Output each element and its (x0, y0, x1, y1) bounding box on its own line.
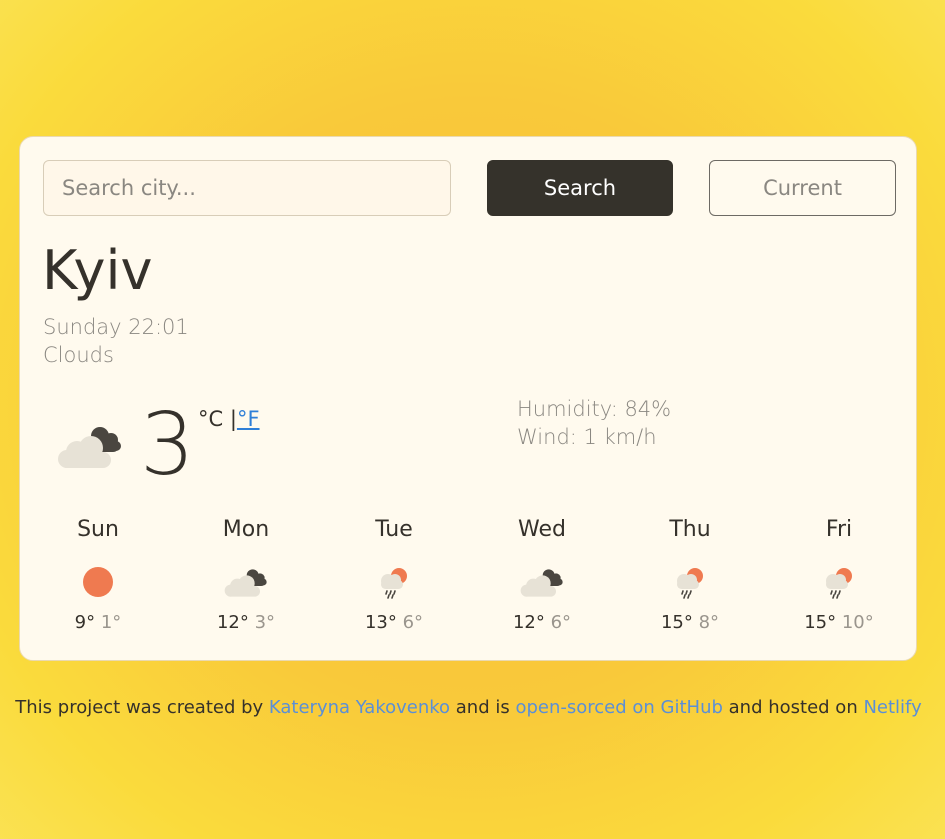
github-link[interactable]: open-sorced on GitHub (515, 697, 722, 718)
rain-sun-icon (660, 562, 720, 602)
forecast-max-temp: 15° (804, 612, 837, 633)
weather-card: Search Current Kyiv Sunday 22:01 Clouds … (19, 136, 917, 661)
broken-clouds-icon (55, 422, 125, 474)
forecast-max-temp: 12° (512, 612, 545, 633)
forecast-day-name: Sun (77, 517, 119, 542)
weather-description: Clouds (43, 343, 114, 367)
broken-clouds-icon (216, 562, 276, 602)
date-time: Sunday 22:01 (43, 315, 189, 339)
forecast-max-temp: 13° (364, 612, 397, 633)
footer-text: and is (450, 697, 516, 718)
fahrenheit-link[interactable]: °F (237, 407, 260, 431)
sun-icon (68, 562, 128, 602)
forecast-min-temp: 10° (841, 612, 874, 633)
forecast-day: Fri 15° 10° (784, 517, 894, 633)
search-input[interactable] (43, 160, 451, 216)
humidity: Humidity: 84% (517, 397, 672, 421)
current-location-button[interactable]: Current (709, 160, 896, 216)
unit-toggle: °C |°F (198, 407, 260, 431)
netlify-link[interactable]: Netlify (863, 697, 921, 718)
city-name: Kyiv (42, 239, 153, 302)
broken-clouds-icon (512, 562, 572, 602)
forecast-max-temp: 12° (216, 612, 249, 633)
forecast-max-temp: 9° (74, 612, 96, 633)
forecast-day-name: Wed (518, 517, 566, 542)
celsius-unit: °C (198, 407, 224, 431)
forecast-min-temp: 6° (402, 612, 424, 633)
rain-sun-icon (809, 562, 869, 602)
unit-separator: | (229, 407, 237, 431)
wind: Wind: 1 km/h (517, 425, 657, 449)
forecast-min-temp: 1° (100, 612, 122, 633)
forecast-day: Mon 12° 3° (191, 517, 301, 633)
search-button[interactable]: Search (487, 160, 673, 216)
forecast-max-temp: 15° (660, 612, 693, 633)
forecast-day-name: Fri (825, 517, 853, 542)
forecast-day: Tue 13° 6° (339, 517, 449, 633)
footer-text: and hosted on (722, 697, 864, 718)
forecast-day-name: Mon (222, 517, 270, 542)
forecast-day: Wed 12° 6° (487, 517, 597, 633)
forecast-day-name: Thu (669, 517, 711, 542)
footer: This project was created by Kateryna Yak… (0, 697, 937, 718)
forecast-min-temp: 3° (254, 612, 276, 633)
author-link[interactable]: Kateryna Yakovenko (269, 697, 450, 718)
forecast-min-temp: 6° (550, 612, 572, 633)
footer-text: This project was created by (15, 697, 269, 718)
forecast-day: Sun 9° 1° (43, 517, 153, 633)
rain-sun-icon (364, 562, 424, 602)
forecast-day: Thu 15° 8° (635, 517, 745, 633)
current-temperature: 3 (140, 395, 195, 495)
forecast-min-temp: 8° (698, 612, 720, 633)
forecast-day-name: Tue (375, 517, 413, 542)
